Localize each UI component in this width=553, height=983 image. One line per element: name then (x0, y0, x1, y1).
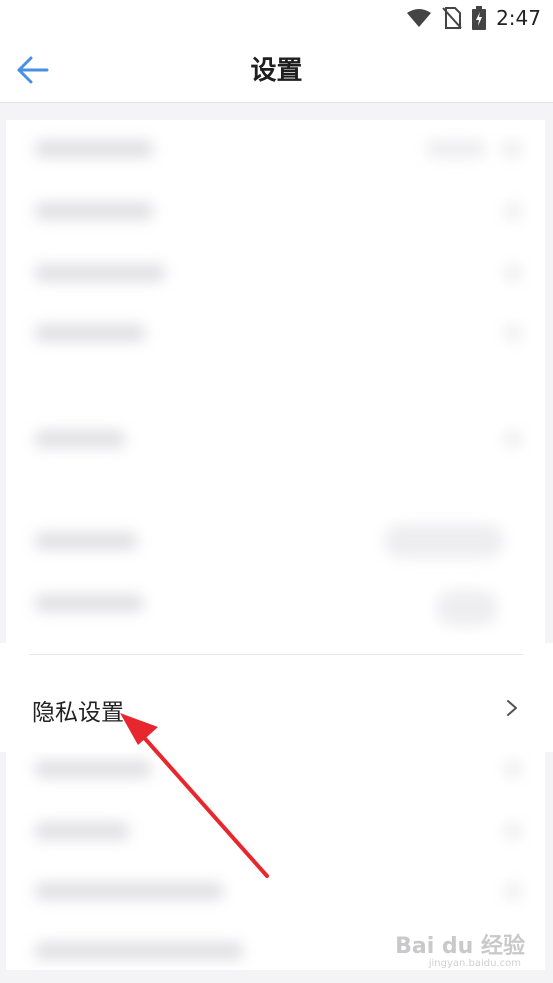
blurred-setting-row[interactable] (6, 572, 545, 632)
divider (30, 654, 523, 655)
status-bar: 2:47 (0, 0, 553, 36)
blurred-setting-row[interactable] (6, 408, 545, 468)
wifi-icon (407, 9, 432, 27)
app-header: 设置 (0, 36, 553, 103)
blurred-setting-row[interactable] (6, 242, 545, 302)
status-icons: 2:47 (406, 6, 541, 30)
blurred-setting-row[interactable] (6, 180, 545, 240)
watermark-url: jingyan.baidu.com (428, 958, 521, 969)
chevron-right-icon (507, 700, 517, 716)
privacy-settings-label: 隐私设置 (32, 700, 124, 726)
no-sim-icon (442, 7, 462, 29)
blurred-settings-group-top (6, 120, 545, 643)
baidu-jingyan-watermark: Bai du 经验 (395, 934, 525, 959)
blurred-setting-row[interactable] (6, 120, 545, 180)
blurred-setting-row[interactable] (6, 302, 545, 362)
battery-charging-icon (472, 6, 487, 30)
blurred-setting-row[interactable] (6, 812, 545, 872)
page-title: 设置 (250, 56, 303, 86)
blurred-setting-row[interactable] (6, 510, 545, 570)
status-time: 2:47 (496, 6, 541, 30)
blurred-setting-row[interactable] (6, 874, 545, 934)
blurred-setting-row[interactable] (6, 752, 545, 812)
privacy-settings-item[interactable]: 隐私设置 (0, 643, 553, 752)
